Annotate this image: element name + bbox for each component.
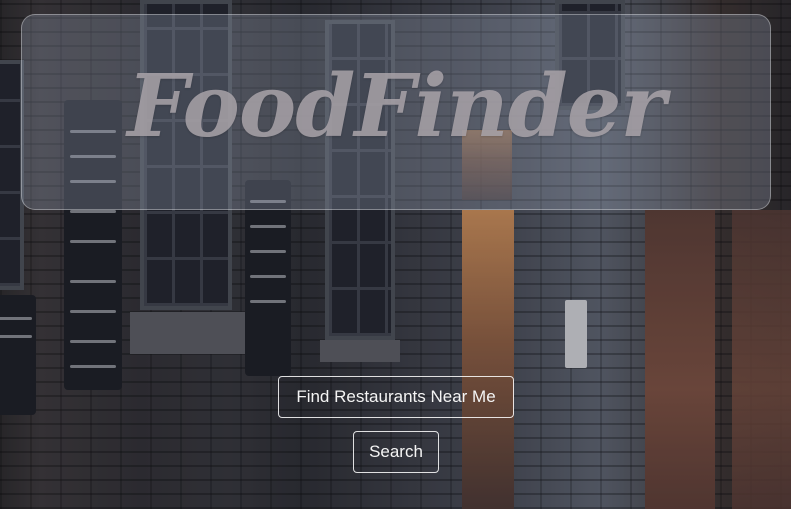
app-logo: FoodFinder — [127, 55, 666, 157]
find-restaurants-near-me-button[interactable]: Find Restaurants Near Me — [278, 376, 514, 418]
search-button[interactable]: Search — [353, 431, 439, 473]
header-banner: FoodFinder — [21, 14, 771, 210]
